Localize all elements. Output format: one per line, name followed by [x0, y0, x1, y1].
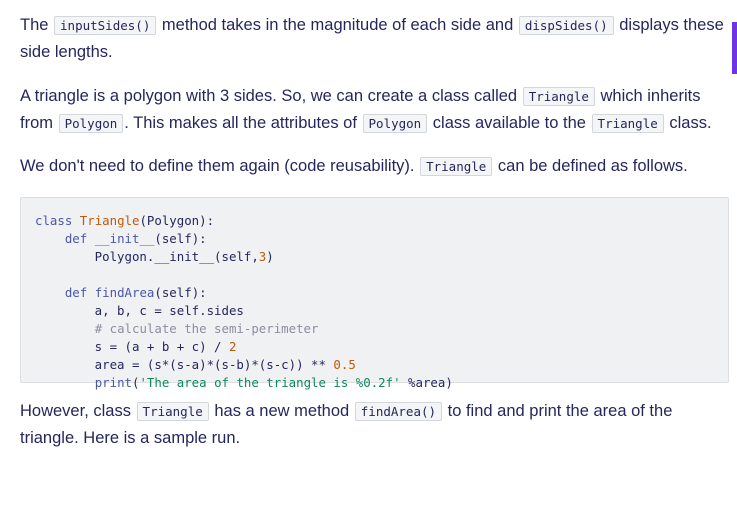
text-span: The	[20, 16, 54, 34]
scroll-accent-bar	[732, 22, 737, 74]
inline-code-polygon: Polygon	[58, 114, 124, 133]
code-line: def __init__(self):	[64, 231, 207, 246]
text-span: We don't need to define them again (code…	[20, 157, 420, 175]
code-line: def findArea(self):	[64, 285, 207, 300]
code-listing: class Triangle(Polygon): def __init__(se…	[35, 212, 714, 392]
code-line: Polygon.__init__(self,3)	[35, 249, 274, 264]
text-span: class available to the	[428, 114, 591, 132]
paragraph-reusability: We don't need to define them again (code…	[20, 153, 725, 180]
inline-code-polygon: Polygon	[362, 114, 428, 133]
text-span: However, class	[20, 402, 136, 420]
inline-code-inputsides: inputSides()	[54, 16, 157, 35]
inline-code-findarea: findArea()	[354, 402, 443, 421]
inline-code-triangle: Triangle	[591, 114, 664, 133]
text-span: has a new method	[209, 402, 354, 420]
text-span: can be defined as follows.	[493, 157, 688, 175]
text-span: A triangle is a polygon with 3 sides. So…	[20, 87, 522, 105]
paragraph-findarea: However, class Triangle has a new method…	[20, 398, 725, 452]
code-line: # calculate the semi-perimeter	[94, 321, 319, 336]
text-span: method takes in the magnitude of each si…	[157, 16, 518, 34]
code-line: area = (s*(s-a)*(s-b)*(s-c)) ** 0.5	[35, 357, 356, 372]
code-line: s = (a + b + c) / 2	[35, 339, 237, 354]
text-span: class.	[664, 114, 712, 132]
paragraph-triangle-intro: A triangle is a polygon with 3 sides. So…	[20, 83, 725, 137]
code-line: print('The area of the triangle is %0.2f…	[94, 375, 453, 390]
inline-code-triangle: Triangle	[522, 87, 595, 106]
article-content: The inputSides() method takes in the mag…	[20, 12, 729, 452]
code-block[interactable]: class Triangle(Polygon): def __init__(se…	[20, 197, 729, 390]
paragraph-input-sides: The inputSides() method takes in the mag…	[20, 12, 725, 66]
inline-code-triangle: Triangle	[420, 157, 493, 176]
inline-code-triangle: Triangle	[136, 402, 209, 421]
inline-code-dispsides: dispSides()	[518, 16, 614, 35]
code-line: a, b, c = self.sides	[35, 303, 244, 318]
code-line: class Triangle(Polygon):	[35, 213, 215, 228]
text-span: . This makes all the attributes of	[124, 114, 362, 132]
